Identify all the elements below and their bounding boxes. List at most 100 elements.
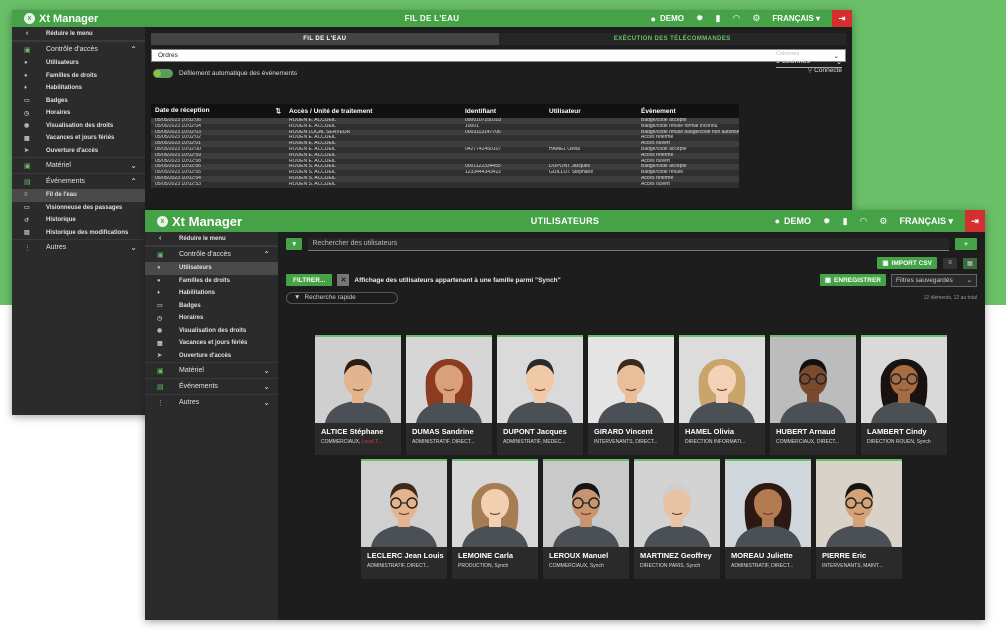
wifi-icon[interactable]: ◠	[732, 13, 740, 24]
filter-toggle-button[interactable]: ▼	[286, 238, 303, 250]
language-select[interactable]: FRANÇAIS ▾	[899, 216, 953, 227]
user-card[interactable]: HAMEL Olivia DIRECTION INFORMATI...	[679, 335, 765, 455]
close-icon[interactable]: ✕	[337, 274, 350, 286]
user-name: MARTINEZ Geoffrey	[640, 551, 712, 560]
user-icon[interactable]: ●	[651, 14, 656, 24]
search-input[interactable]: Rechercher des utilisateurs	[308, 237, 949, 251]
filter-button[interactable]: FILTRER...	[286, 274, 333, 286]
top-bar: x Xt Manager FIL DE L'EAU ● DEMO ✹ ▮ ◠ ⚙ …	[12, 10, 852, 27]
send-icon: ➤	[157, 353, 163, 360]
user-name: LAMBERT Cindy	[867, 427, 927, 436]
sidebar-item-change-history[interactable]: ▤ Historique des modifications	[12, 227, 145, 240]
sidebar-item-passages-viewer[interactable]: ▭ Visionneuse des passages	[12, 202, 145, 215]
user-card[interactable]: DUPONT Jacques ADMINISTRATIF, MEDEC...	[497, 335, 583, 455]
events-table: Date de réception ⇅ Accès / Unité de trai…	[151, 104, 740, 188]
save-icon: ▣	[824, 277, 832, 284]
reduce-menu-button[interactable]: ‹ Réduire le menu	[145, 232, 278, 246]
table-row[interactable]: 05/05/2023 10:02:53 ROUEN S. ACCUEIL Accès…	[151, 181, 740, 188]
user-name[interactable]: DEMO	[784, 216, 811, 226]
bug-icon[interactable]: ✹	[696, 13, 704, 24]
user-card[interactable]: LAMBERT Cindy DIRECTION ROUEN, Synch	[861, 335, 947, 455]
columns-select[interactable]: Colonnes 5 colonnes ⌄	[776, 51, 842, 68]
user-card[interactable]: LEROUX Manuel COMMERCIAUX, Synch	[543, 459, 629, 579]
autoscroll-label: Défilement automatique des événements	[179, 69, 298, 77]
user-card[interactable]: MARTINEZ Geoffrey DIRECTION PARIS, Synch	[634, 459, 720, 579]
clock-icon: ◷	[157, 315, 163, 322]
logout-icon[interactable]: ⇥	[965, 210, 985, 232]
logout-icon[interactable]: ⇥	[832, 10, 852, 27]
sidebar-section-hardware[interactable]: ▣ Matériel ⌄	[12, 157, 145, 173]
app-logo[interactable]: x Xt Manager	[145, 214, 285, 229]
user-card[interactable]: HUBERT Arnaud COMMERCIAUX, DIRECT...	[770, 335, 856, 455]
quick-search-input[interactable]: ▼ Recherche rapide	[286, 291, 398, 304]
sidebar-item-rights-view[interactable]: ◉ Visualisation des droits	[145, 325, 278, 338]
sidebar-item-access-opening[interactable]: ➤ Ouverture d'accès	[145, 350, 278, 363]
user-icon[interactable]: ●	[775, 216, 780, 226]
sidebar-section-access[interactable]: ▣ Contrôle d'accès ⌃	[12, 41, 145, 57]
language-select[interactable]: FRANÇAIS ▾	[772, 14, 820, 23]
user-card[interactable]: ALTICE Stéphane COMMERCIAUX, Local T...	[315, 335, 401, 455]
wifi-icon[interactable]: ◠	[860, 216, 868, 227]
import-csv-button[interactable]: ▣ IMPORT CSV	[877, 257, 937, 269]
column-header-identifier[interactable]: Identifiant	[461, 104, 545, 118]
sidebar-item-badges[interactable]: ▭ Badges	[145, 300, 278, 313]
sidebar-item-badges[interactable]: ▭ Badges	[12, 95, 145, 108]
user-card[interactable]: DUMAS Sandrine ADMINISTRATIF, DIRECT...	[406, 335, 492, 455]
clock-icon: ◷	[24, 110, 30, 117]
sidebar-section-events[interactable]: ▤ Événements ⌄	[145, 378, 278, 394]
column-header-user[interactable]: Utilisateur	[545, 104, 637, 118]
grid-view-icon[interactable]: ▦	[963, 257, 977, 269]
sidebar-section-access[interactable]: ▣ Contrôle d'accès ⌃	[145, 246, 278, 262]
sidebar-item-users[interactable]: ● Utilisateurs	[12, 57, 145, 70]
sidebar-item-families[interactable]: ● Familles de droits	[12, 70, 145, 83]
gear-icon[interactable]: ⚙	[752, 13, 760, 24]
table-cell: ROUEN S. ACCUEIL	[285, 181, 461, 188]
sidebar-item-families[interactable]: ● Familles de droits	[145, 275, 278, 288]
reduce-menu-button[interactable]: ‹ Réduire le menu	[12, 27, 145, 41]
sidebar-item-live-feed[interactable]: ≡ Fil de l'eau	[12, 189, 145, 202]
book-icon[interactable]: ▮	[843, 216, 848, 227]
user-card[interactable]: GIRARD Vincent INTERVENANTS, DIRECT...	[588, 335, 674, 455]
tab-remote-commands[interactable]: EXÉCUTION DES TÉLÉCOMMANDES	[498, 33, 846, 45]
eye-icon: ◉	[157, 328, 163, 335]
sidebar-item-holidays[interactable]: ▦ Vacances et jours fériés	[145, 337, 278, 350]
column-header-access[interactable]: Accès / Unité de traitement	[285, 104, 461, 118]
column-header-date[interactable]: Date de réception ⇅	[151, 104, 285, 118]
column-header-event[interactable]: Évènement	[637, 104, 740, 118]
sidebar-item-users[interactable]: ● Utilisateurs	[145, 262, 278, 275]
book-icon[interactable]: ▮	[716, 13, 721, 24]
tab-live-feed[interactable]: FIL DE L'EAU	[151, 33, 499, 45]
user-card[interactable]: MOREAU Juliette ADMINISTRATIF, DIRECT...	[725, 459, 811, 579]
sidebar-item-habilitations[interactable]: ♦ Habilitations	[12, 82, 145, 95]
events-icon: ▤	[24, 178, 31, 186]
avatar	[361, 461, 447, 547]
sidebar-section-hardware[interactable]: ▣ Matériel ⌄	[145, 362, 278, 378]
sort-icon[interactable]: ⇅	[276, 107, 285, 115]
sidebar-item-habilitations[interactable]: ♦ Habilitations	[145, 287, 278, 300]
chevron-up-icon: ⌃	[130, 45, 137, 54]
user-card[interactable]: LEMOINE Carla PRODUCTION, Synch	[452, 459, 538, 579]
sidebar-item-schedules[interactable]: ◷ Horaires	[145, 312, 278, 325]
user-card[interactable]: LECLERC Jean Louis ADMINISTRATIF, DIRECT…	[361, 459, 447, 579]
user-name[interactable]: DEMO	[660, 14, 684, 23]
sidebar-item-access-opening[interactable]: ➤ Ouverture d'accès	[12, 145, 145, 158]
app-logo[interactable]: x Xt Manager	[12, 13, 152, 25]
autoscroll-toggle[interactable]	[153, 68, 173, 78]
sidebar-item-rights-view[interactable]: ◉ Visualisation des droits	[12, 120, 145, 133]
gear-icon[interactable]: ⚙	[879, 216, 887, 227]
sidebar-section-others[interactable]: ⋮ Autres ⌄	[145, 394, 278, 410]
list-view-icon[interactable]: ≡	[943, 257, 957, 269]
bug-icon[interactable]: ✹	[823, 216, 831, 227]
event-type-select[interactable]: Ordres ⌄	[151, 49, 846, 62]
sidebar-item-holidays[interactable]: ▦ Vacances et jours fériés	[12, 132, 145, 145]
avatar	[679, 337, 765, 423]
sidebar-section-events[interactable]: ▤ Événements ⌃	[12, 173, 145, 189]
saved-filters-select[interactable]: Filtres sauvegardés ⌄	[891, 273, 977, 287]
sidebar-item-history[interactable]: ↺ Historique	[12, 214, 145, 227]
sidebar-item-schedules[interactable]: ◷ Horaires	[12, 107, 145, 120]
add-user-button[interactable]: +	[955, 238, 977, 250]
user-card[interactable]: PIERRE Eric INTERVENANTS, MAINT...	[816, 459, 902, 579]
sidebar-section-others[interactable]: ⋮ Autres ⌄	[12, 239, 145, 255]
save-button[interactable]: ▣ ENREGISTRER	[819, 274, 886, 286]
funnel-icon: ▼	[291, 240, 298, 248]
